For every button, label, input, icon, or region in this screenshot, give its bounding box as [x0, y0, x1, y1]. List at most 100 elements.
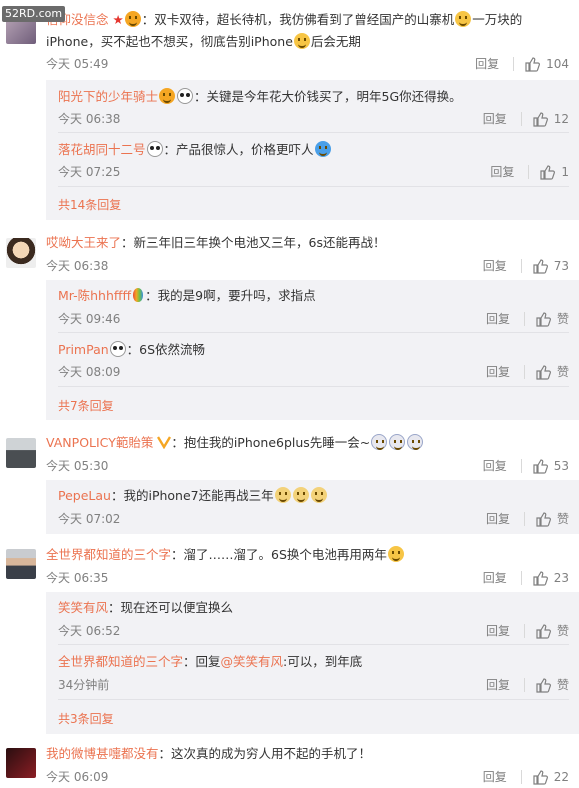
- comment-username[interactable]: 我的微博甚嚏都没有: [46, 746, 159, 761]
- reply-actions: 回复 赞: [486, 622, 569, 639]
- reply-button[interactable]: 回复: [486, 676, 510, 693]
- avatar[interactable]: [6, 748, 36, 778]
- mention-link[interactable]: @笑笑有风: [221, 654, 284, 669]
- reply-time: 34分钟前: [58, 678, 110, 692]
- reply-divider: [58, 132, 569, 133]
- reply-button[interactable]: 回复: [475, 55, 499, 72]
- like-thumb-icon[interactable]: [532, 258, 548, 274]
- like-count[interactable]: 22: [554, 770, 569, 784]
- reply-button[interactable]: 回复: [483, 768, 507, 785]
- reply-username[interactable]: 阳光下的少年骑士: [58, 89, 158, 104]
- reply-button[interactable]: 回复: [486, 510, 510, 527]
- divider: [520, 258, 522, 273]
- avatar[interactable]: [6, 238, 36, 268]
- reply-button[interactable]: 回复: [486, 363, 510, 380]
- reply-divider: [58, 699, 569, 700]
- comment-text-end: 后会无期: [310, 34, 361, 49]
- reply-username[interactable]: PepeLau: [58, 488, 111, 503]
- like-count[interactable]: 赞: [557, 363, 569, 380]
- like-thumb-icon[interactable]: [524, 56, 540, 72]
- reply-button[interactable]: 回复: [483, 110, 507, 127]
- reply-body: Mr-陈hhhffff ：我的是9啊，要升吗，求指点: [58, 286, 569, 306]
- smile-emoji-icon: [293, 33, 310, 49]
- reply-list: PepeLau：我的iPhone7还能再战三年 今天 07:02 回复 赞: [46, 480, 579, 534]
- reply-username[interactable]: 落花胡同十二号: [58, 142, 146, 157]
- divider: [520, 111, 522, 126]
- reply-time: 今天 07:02: [58, 512, 121, 526]
- like-thumb-icon[interactable]: [535, 511, 551, 527]
- comment-time: 今天 06:35: [46, 571, 109, 585]
- like-thumb-icon[interactable]: [532, 570, 548, 586]
- reply-body: PepeLau：我的iPhone7还能再战三年: [58, 486, 569, 506]
- reply-username[interactable]: Mr-陈hhhffff: [58, 288, 131, 303]
- comment-text: ：新三年旧三年换个电池又三年，6s还能再战！: [121, 235, 386, 250]
- reply-button[interactable]: 回复: [483, 457, 507, 474]
- verified-v-icon: [157, 436, 172, 449]
- divider: [523, 364, 525, 379]
- more-replies-link[interactable]: 共7条回复: [58, 397, 114, 414]
- like-thumb-icon[interactable]: [535, 364, 551, 380]
- like-count[interactable]: 赞: [557, 310, 569, 327]
- panda-emoji-icon: [109, 341, 126, 357]
- reply-username[interactable]: 全世界都知道的三个字: [58, 654, 183, 669]
- reply-divider: [58, 332, 569, 333]
- badge-icon: [159, 88, 176, 104]
- like-thumb-icon[interactable]: [532, 458, 548, 474]
- emoji-icon: [124, 11, 141, 27]
- like-thumb-icon[interactable]: [539, 164, 555, 180]
- reply-list: 笑笑有风：现在还可以便宜换么 今天 06:52 回复 赞 全世界都知道的三个字：…: [46, 592, 579, 734]
- dog-emoji-icon: [274, 487, 291, 503]
- divider: [520, 769, 522, 784]
- avatar[interactable]: [6, 438, 36, 468]
- like-count[interactable]: 赞: [557, 510, 569, 527]
- comment-actions: 回复 104: [475, 55, 569, 72]
- like-count[interactable]: 53: [554, 459, 569, 473]
- hug-emoji-icon: [314, 141, 331, 157]
- like-thumb-icon[interactable]: [535, 677, 551, 693]
- dog-emoji-icon: [292, 487, 309, 503]
- reply-button[interactable]: 回复: [486, 622, 510, 639]
- reply-button[interactable]: 回复: [483, 569, 507, 586]
- comment-actions: 回复 53: [483, 457, 569, 474]
- like-thumb-icon[interactable]: [535, 623, 551, 639]
- comment-text: ：溜了……溜了。6S换个电池再用两年: [171, 547, 387, 562]
- reply-time: 今天 06:52: [58, 624, 121, 638]
- avatar[interactable]: [6, 549, 36, 579]
- like-count[interactable]: 1: [561, 165, 569, 179]
- comment-username[interactable]: VANPOLICY範貽策: [46, 435, 153, 450]
- reply-actions: 回复 赞: [486, 676, 569, 693]
- like-thumb-icon[interactable]: [532, 111, 548, 127]
- comment-actions: 回复 23: [483, 569, 569, 586]
- balloon-icon: [133, 288, 144, 302]
- reply-button[interactable]: 回复: [486, 310, 510, 327]
- more-replies-link[interactable]: 共14条回复: [58, 196, 121, 213]
- reply-body: 落花胡同十二号 ：产品很惊人，价格更吓人: [58, 140, 569, 160]
- reply-actions: 回复 赞: [486, 363, 569, 380]
- like-count[interactable]: 12: [554, 112, 569, 126]
- comment-text: ：这次真的成为穷人用不起的手机了！: [158, 746, 372, 761]
- more-replies-link[interactable]: 共3条回复: [58, 710, 114, 727]
- divider: [523, 311, 525, 326]
- reply-text: :可以，到年底: [283, 654, 363, 669]
- like-count[interactable]: 23: [554, 571, 569, 585]
- reply-button[interactable]: 回复: [490, 163, 514, 180]
- reply-body: PrimPan ：6S依然流畅: [58, 340, 569, 360]
- reply-text: ：我的是9啊，要升吗，求指点: [145, 288, 316, 303]
- comment-username[interactable]: 哎呦大王来了: [46, 235, 121, 250]
- like-count[interactable]: 赞: [557, 676, 569, 693]
- reply-time: 今天 06:38: [58, 112, 121, 126]
- like-thumb-icon[interactable]: [535, 311, 551, 327]
- panda-emoji-icon: [177, 88, 194, 104]
- glasses-emoji-icon: [387, 546, 404, 562]
- like-thumb-icon[interactable]: [532, 769, 548, 785]
- reply-username[interactable]: PrimPan: [58, 342, 109, 357]
- like-count[interactable]: 73: [554, 259, 569, 273]
- reply-button[interactable]: 回复: [483, 257, 507, 274]
- cry-emoji-icon: [407, 434, 424, 450]
- reply-username[interactable]: 笑笑有风: [58, 600, 108, 615]
- like-count[interactable]: 104: [546, 57, 569, 71]
- comment-body: 全世界都知道的三个字：溜了……溜了。6S换个电池再用两年: [46, 544, 565, 566]
- divider: [528, 164, 530, 179]
- like-count[interactable]: 赞: [557, 622, 569, 639]
- comment-username[interactable]: 全世界都知道的三个字: [46, 547, 171, 562]
